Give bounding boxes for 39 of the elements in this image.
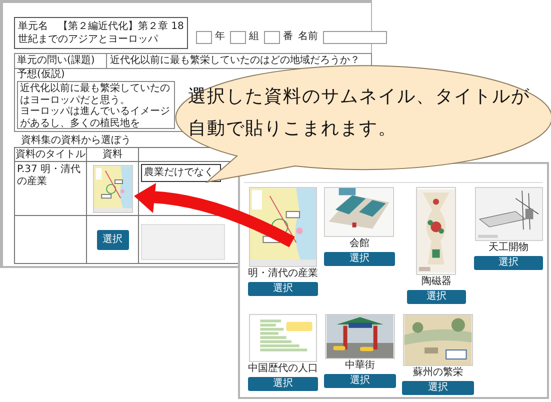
number-field[interactable] (196, 30, 212, 44)
thumbnail-caption: 会館 (349, 238, 370, 250)
unit-name-text: 単元名 【第２編近代化】第２章 18 (18, 20, 184, 33)
column-header: 資料 (86, 148, 138, 161)
number-field[interactable] (230, 30, 246, 44)
unit-name-text: 世紀までのアジアとヨーロッパ (18, 33, 160, 46)
hypothesis-text: 近代化以前に最も繁栄していたのはヨーロッパだと思う。 (20, 83, 171, 106)
field-label: 番 (282, 31, 293, 43)
select-button[interactable]: 選択 (248, 377, 318, 391)
select-button[interactable]: 選択 (402, 381, 474, 395)
hypothesis-label: 予想(仮説) (16, 69, 66, 81)
field-label: 組 (248, 31, 259, 43)
callout-text: 選択した資料のサムネイル、タイトルが (188, 86, 530, 108)
hypothesis-text: ヨーロッパは進んでいるイメージがあるし、多くの植民地を (20, 106, 171, 129)
name-field[interactable] (322, 30, 387, 44)
select-button[interactable]: 選択 (96, 230, 128, 250)
thumbnail-caption: 蘇州の繁栄 (413, 367, 463, 379)
select-button[interactable]: 選択 (324, 374, 396, 388)
thumbnail-caption: 明・清代の産業 (248, 268, 318, 280)
select-button[interactable]: 選択 (406, 290, 466, 304)
callout-text: 自動で貼りこまれます。 (188, 118, 397, 140)
question-text: 近代化以前に最も繁栄していたのはどの地域だろうか？ (109, 54, 361, 68)
thumbnail-caption: 中国歴代の人口 (248, 363, 318, 375)
thumbnail-caption: 陶磁器 (421, 276, 452, 288)
select-button[interactable]: 選択 (474, 256, 543, 270)
table-caption: 資料集の資料から選ぼう (20, 135, 132, 147)
select-button[interactable]: 選択 (324, 252, 395, 266)
note-box[interactable]: 農業だけでなく (141, 164, 221, 182)
column-header: 資料のタイトル (14, 148, 86, 161)
field-label: 年 (214, 31, 225, 43)
hypothesis-box[interactable]: 近代化以前に最も繁栄していたのはヨーロッパだと思う。 ヨーロッパは進んでいるイメージがあるし、多くの植民地を (17, 81, 175, 129)
thumbnail-caption: 中華街 (345, 360, 375, 372)
select-button[interactable]: 選択 (248, 282, 318, 296)
number-field[interactable] (264, 30, 280, 44)
material-title: P.37 明・清代の産業 (17, 164, 82, 188)
note-text: 農業だけでなく (144, 167, 214, 179)
question-label: 単元の問い(課題) (15, 54, 107, 68)
thumbnail-caption: 天工開物 (488, 242, 529, 254)
field-label: 名前 (298, 31, 318, 43)
